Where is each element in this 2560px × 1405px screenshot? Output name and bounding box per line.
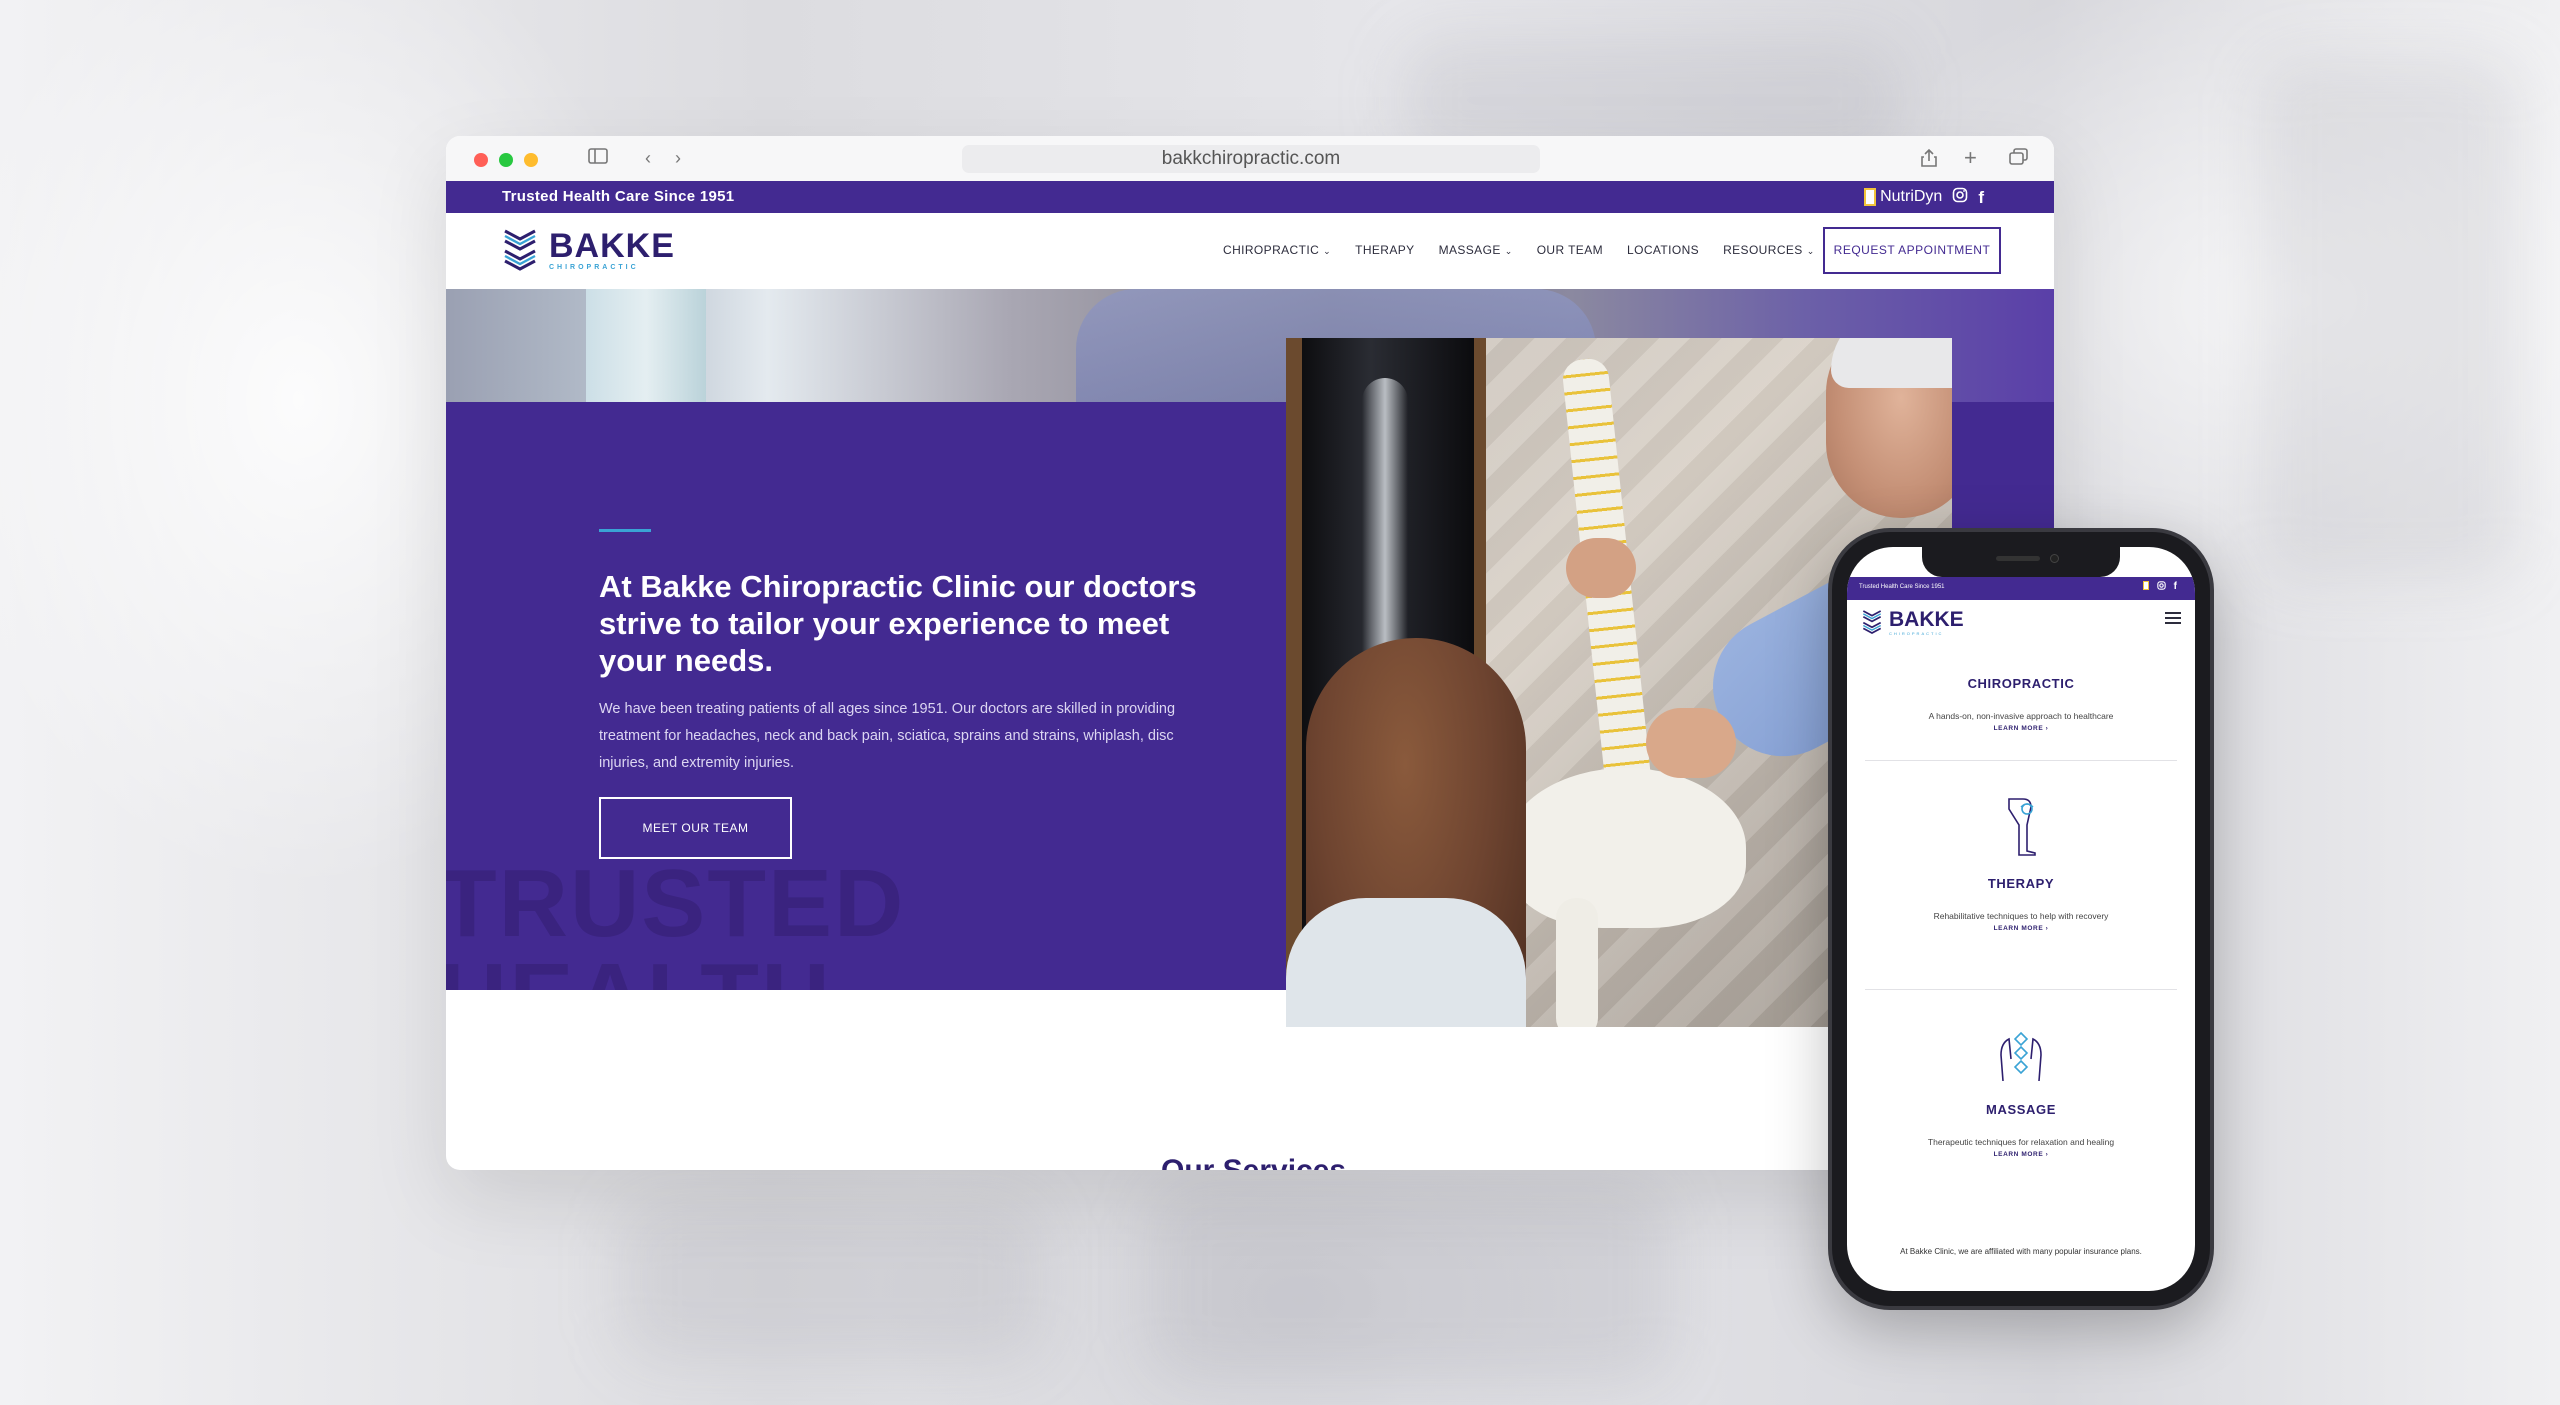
service-card-massage: MASSAGE Therapeutic techniques for relax… [1847,1025,2195,1158]
logo-mark-icon [504,229,536,271]
phone-mockup: Trusted Health Care Since 1951 f BAKKE C… [1828,528,2214,1310]
logo-name: BAKKE [549,227,675,265]
phone-notch [1922,547,2120,577]
sidebar-toggle-icon[interactable] [588,148,608,168]
nutridyn-link[interactable]: NutriDyn [1864,188,1942,207]
mobile-logo[interactable]: BAKKE CHIROPRACTIC [1861,608,1964,636]
mobile-logo-name: BAKKE [1889,607,1964,631]
address-bar[interactable]: bakkchiropractic.com [962,145,1540,173]
insurance-note: At Bakke Clinic, we are affiliated with … [1900,1247,2142,1256]
window-controls [474,153,538,167]
learn-more-link[interactable]: LEARN MORE › [1847,725,2195,732]
services-heading: Our Services [1161,1154,1346,1170]
nutridyn-icon [1864,188,1877,207]
hero-content-panel: At Bakke Chiropractic Clinic our doctors… [446,402,1286,990]
instagram-icon[interactable] [1952,187,1968,208]
nav-menu: CHIROPRACTIC ⌄ THERAPY MASSAGE ⌄ OUR TEAM … [1223,243,1815,257]
service-card-chiropractic: CHIROPRACTIC A hands-on, non-invasive ap… [1847,676,2195,732]
facebook-icon[interactable]: f [2174,581,2177,593]
knee-therapy-icon [2008,798,2036,856]
facebook-icon[interactable]: f [1978,188,1984,208]
phone-screen: Trusted Health Care Since 1951 f BAKKE C… [1847,547,2195,1291]
mobile-top-bar: Trusted Health Care Since 1951 f [1847,577,2195,600]
mobile-logo-subtitle: CHIROPRACTIC [1889,630,1944,636]
hero-description: We have been treating patients of all ag… [599,701,1176,771]
tabs-overview-icon[interactable] [2009,148,2029,170]
nav-item-locations[interactable]: LOCATIONS [1627,243,1699,257]
hero-headline: At Bakke Chiropractic Clinic our doctors… [599,569,1197,678]
learn-more-link[interactable]: LEARN MORE › [1847,925,2195,932]
chevron-down-icon: ⌄ [1504,246,1513,256]
close-window-button[interactable] [474,153,488,167]
accent-divider [599,529,651,532]
request-appointment-button[interactable]: REQUEST APPOINTMENT [1823,227,2001,274]
site-logo[interactable]: BAKKE CHIROPRACTIC [501,227,675,273]
logo-mark-icon [1862,610,1882,634]
logo-subtitle: CHIROPRACTIC [549,264,639,271]
nutridyn-icon[interactable] [2142,581,2149,593]
service-card-therapy: THERAPY Rehabilitative techniques to hel… [1847,795,2195,932]
chevron-down-icon: ⌄ [1806,246,1815,256]
nav-item-massage[interactable]: MASSAGE ⌄ [1439,243,1513,257]
nav-item-our-team[interactable]: OUR TEAM [1537,243,1603,257]
mobile-navigation: BAKKE CHIROPRACTIC [1847,600,2195,640]
zoom-window-button[interactable] [499,153,513,167]
massage-hands-icon [2000,1031,2042,1082]
chevron-down-icon: ⌄ [1323,246,1332,256]
new-tab-icon[interactable]: + [1964,147,1977,169]
browser-window: ‹ › bakkchiropractic.com + Trusted Healt… [446,136,2054,1170]
share-icon[interactable] [1920,148,1938,172]
main-navigation: BAKKE CHIROPRACTIC CHIROPRACTIC ⌄ THERAPY… [446,213,2054,289]
instagram-icon[interactable] [2156,581,2166,593]
nav-item-resources[interactable]: RESOURCES ⌄ [1723,243,1815,257]
hero-section: At Bakke Chiropractic Clinic our doctors… [446,289,2054,1170]
watermark-text: TRUSTED HEALTH [446,850,906,991]
forward-icon[interactable]: › [675,148,681,168]
top-announcement-bar: Trusted Health Care Since 1951 NutriDyn … [446,181,2054,213]
minimize-window-button[interactable] [524,153,538,167]
back-icon[interactable]: ‹ [645,148,651,168]
social-links: NutriDyn f [1864,187,1984,208]
learn-more-link[interactable]: LEARN MORE › [1847,1151,2195,1158]
browser-toolbar: ‹ › bakkchiropractic.com + [446,136,2054,181]
hamburger-menu-icon[interactable] [2165,612,2181,624]
tagline: Trusted Health Care Since 1951 [502,188,735,205]
nav-item-chiropractic[interactable]: CHIROPRACTIC ⌄ [1223,243,1331,257]
mobile-tagline: Trusted Health Care Since 1951 [1859,584,1945,590]
nav-item-therapy[interactable]: THERAPY [1355,243,1414,257]
